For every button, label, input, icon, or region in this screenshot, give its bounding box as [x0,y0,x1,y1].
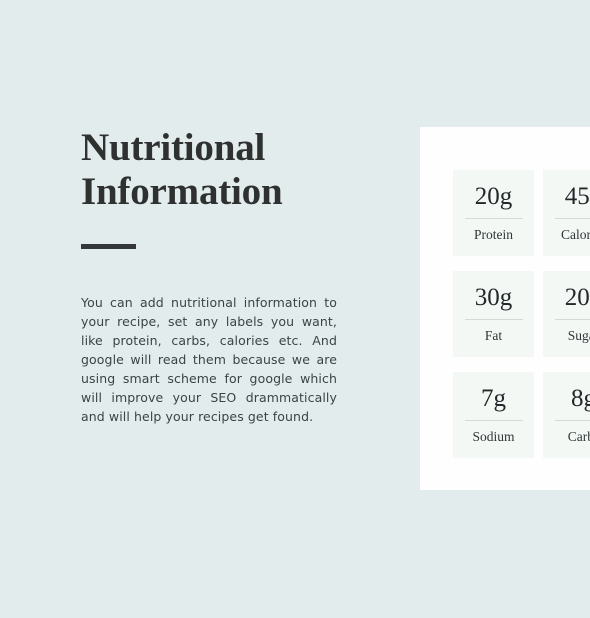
nutrition-card: 8g Carbs [543,372,590,458]
nutrition-card-divider [464,218,523,219]
page-title: Nutritional Information [81,126,337,214]
nutrition-card-value: 20g [564,284,590,311]
nutrition-panel: 20g Protein 450 Calories 30g Fat 20g Sug… [420,127,590,490]
nutrition-card-divider [554,319,590,320]
intro-text-column: Nutritional Information You can add nutr… [81,126,337,439]
nutrition-card: 450 Calories [543,170,590,256]
nutrition-card: 20g Protein [453,170,534,256]
nutrition-card-label: Fat [484,328,503,343]
intro-paragraph: You can add nutritional information to y… [81,295,337,424]
nutrition-card-value: 8g [571,385,590,412]
nutrition-card-value: 30g [474,284,513,311]
nutrition-card: 30g Fat [453,271,534,357]
nutrition-card-label: Carbs [567,429,590,444]
nutrition-card-divider [464,420,523,421]
nutrition-card-value: 20g [474,183,513,210]
nutrition-card-label: Protein [474,227,513,242]
nutrition-card: 20g Sugar [543,271,590,357]
nutrition-card-divider [464,319,523,320]
nutrition-card-label: Calories [561,227,590,242]
nutrition-card: 7g Sodium [453,372,534,458]
nutrition-card-value: 7g [481,385,506,412]
nutrition-card-divider [554,218,590,219]
page-title-line-2: Information [81,170,283,213]
nutritional-information-section: Nutritional Information You can add nutr… [0,0,590,618]
title-divider [81,244,136,249]
nutrition-card-label: Sugar [567,328,590,343]
nutrition-card-label: Sodium [472,429,515,444]
nutrition-card-divider [554,420,590,421]
nutrition-cards-grid: 20g Protein 450 Calories 30g Fat 20g Sug… [453,170,590,458]
page-title-line-1: Nutritional [81,126,266,169]
nutrition-card-value: 450 [564,183,590,210]
